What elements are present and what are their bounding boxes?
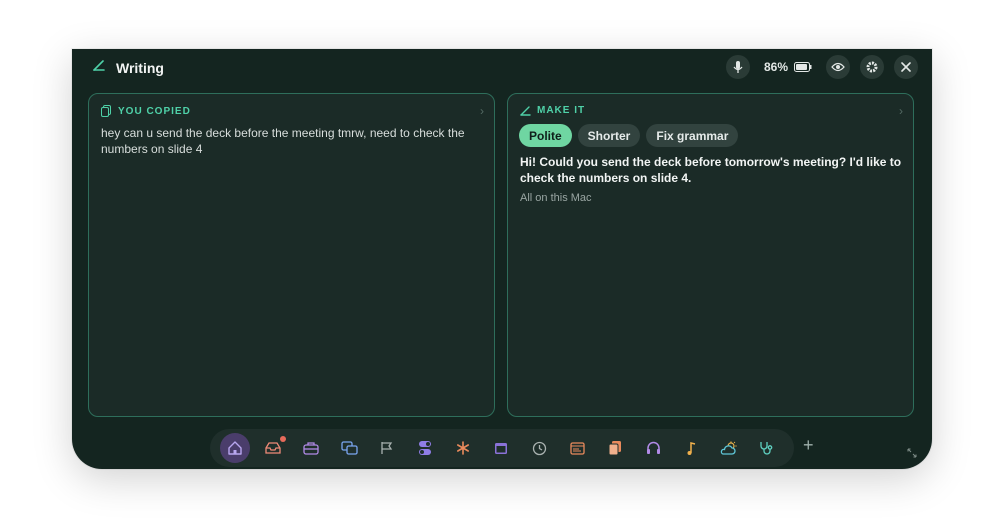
window-header: Writing 86% — [72, 49, 932, 85]
dock-briefcase[interactable] — [296, 433, 326, 463]
dock-headphones[interactable] — [638, 433, 668, 463]
tone-chips: Polite Shorter Fix grammar — [519, 124, 739, 147]
dock-asterisk[interactable] — [448, 433, 478, 463]
briefcase-icon — [303, 442, 319, 455]
chip-polite[interactable]: Polite — [519, 124, 572, 147]
dock-inbox[interactable] — [258, 433, 288, 463]
resize-icon[interactable] — [907, 445, 917, 463]
chip-fix-grammar[interactable]: Fix grammar — [646, 124, 739, 147]
dock-calendar[interactable] — [486, 433, 516, 463]
writing-window: Writing 86% YOU COPIED › hey can u send … — [72, 49, 932, 469]
notes-icon — [608, 441, 621, 456]
chevron-right-icon[interactable]: › — [899, 104, 903, 118]
dock-notes[interactable] — [600, 433, 630, 463]
stethoscope-icon — [760, 441, 773, 455]
battery-icon — [794, 62, 812, 72]
timer-icon — [532, 441, 546, 455]
copied-label-row: YOU COPIED — [101, 105, 191, 117]
make-it-label-row: MAKE IT — [520, 105, 585, 116]
eye-icon — [831, 62, 845, 72]
dock-toggle[interactable] — [410, 433, 440, 463]
headphones-icon — [646, 441, 660, 454]
pen-icon — [92, 58, 106, 77]
gear-icon — [866, 61, 878, 73]
browser-icon — [569, 441, 585, 455]
battery-percent: 86% — [763, 60, 788, 74]
microphone-button[interactable] — [725, 55, 750, 79]
make-it-card: MAKE IT › Polite Shorter Fix grammar Hi!… — [507, 93, 914, 417]
settings-button[interactable] — [860, 55, 884, 79]
make-it-label: MAKE IT — [537, 105, 586, 116]
close-icon — [901, 62, 911, 72]
toggle-icon — [419, 441, 431, 455]
dock-timer[interactable] — [524, 433, 554, 463]
calendar-icon — [495, 443, 507, 454]
copied-card[interactable]: YOU COPIED › hey can u send the deck bef… — [88, 93, 495, 417]
chip-shorter[interactable]: Shorter — [577, 124, 641, 147]
dock-music[interactable] — [676, 433, 706, 463]
weather-icon — [720, 441, 737, 455]
add-app-button[interactable]: + — [803, 435, 814, 456]
dock-flag[interactable] — [372, 433, 402, 463]
battery-status: 86% — [764, 60, 812, 74]
dock-stethoscope[interactable] — [752, 433, 782, 463]
dock-windows[interactable] — [334, 433, 364, 463]
flag-icon — [381, 442, 393, 454]
window-title: Writing — [116, 59, 164, 76]
rewritten-text: Hi! Could you send the deck before tomor… — [520, 155, 902, 185]
dock-home[interactable] — [220, 433, 250, 463]
close-button[interactable] — [894, 55, 918, 79]
chevron-right-icon[interactable]: › — [480, 104, 484, 118]
visibility-button[interactable] — [826, 55, 850, 79]
dock-weather[interactable] — [714, 433, 744, 463]
dock-browser[interactable] — [562, 433, 592, 463]
pen-icon — [520, 106, 531, 116]
home-icon — [228, 441, 242, 455]
copied-label: YOU COPIED — [118, 105, 191, 117]
windows-icon — [340, 441, 358, 455]
privacy-note: All on this Mac — [520, 192, 592, 204]
copied-text: hey can u send the deck before the meeti… — [101, 126, 465, 156]
music-icon — [687, 441, 696, 455]
app-dock — [210, 429, 794, 467]
notification-badge — [280, 436, 286, 442]
inbox-icon — [265, 442, 281, 454]
clipboard-icon — [101, 105, 111, 117]
asterisk-icon — [457, 441, 469, 455]
microphone-icon — [733, 61, 743, 73]
